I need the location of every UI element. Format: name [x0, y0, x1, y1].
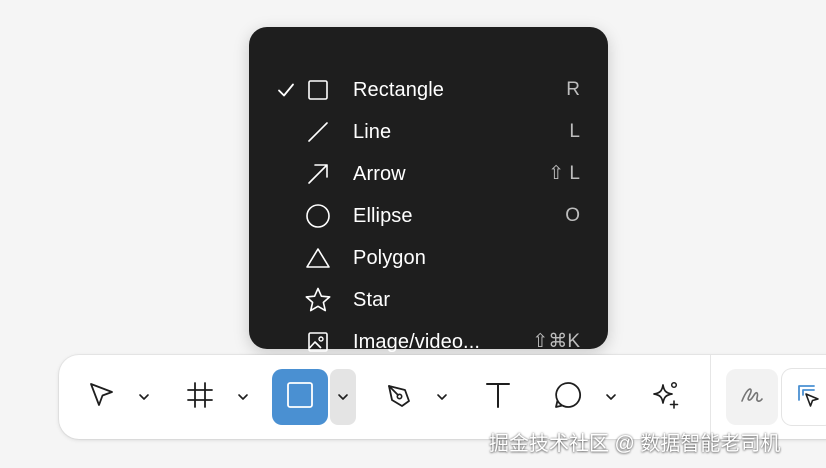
arrow-icon	[304, 153, 332, 195]
menu-item-label: Arrow	[353, 163, 406, 185]
menu-item-polygon[interactable]: Polygon	[249, 237, 608, 279]
sparkle-icon	[650, 379, 682, 416]
pen-icon	[383, 379, 415, 416]
watermark-text: 掘金技术社区 @ 数据智能老司机	[489, 433, 781, 455]
dev-mode-button[interactable]	[782, 369, 826, 425]
menu-item-rectangle[interactable]: Rectangle R	[249, 69, 608, 111]
chevron-down-icon	[337, 388, 349, 406]
menu-item-line[interactable]: Line L	[249, 111, 608, 153]
draw-mode-button[interactable]	[726, 369, 778, 425]
menu-item-label: Rectangle	[353, 79, 444, 101]
triangle-icon	[304, 237, 332, 279]
move-tool-button[interactable]	[73, 369, 129, 425]
chevron-down-icon	[436, 388, 448, 406]
dev-mode-icon	[794, 381, 822, 414]
line-icon	[304, 111, 332, 153]
pointer-icon	[86, 380, 116, 415]
text-tool-button[interactable]	[470, 369, 526, 425]
chevron-down-icon	[237, 388, 249, 406]
menu-item-ellipse[interactable]: Ellipse O	[249, 195, 608, 237]
shape-tool-button[interactable]	[272, 369, 328, 425]
comment-tool-dropdown[interactable]	[598, 369, 624, 425]
ellipse-icon	[304, 195, 332, 237]
chevron-down-icon	[138, 388, 150, 406]
text-icon	[483, 380, 513, 415]
frame-icon	[185, 380, 215, 415]
chevron-down-icon	[605, 388, 617, 406]
pen-tool-dropdown[interactable]	[429, 369, 455, 425]
pen-tool-button[interactable]	[371, 369, 427, 425]
menu-item-label: Line	[353, 121, 392, 143]
menu-item-shortcut: O	[565, 205, 580, 226]
menu-item-star[interactable]: Star	[249, 279, 608, 321]
move-tool-dropdown[interactable]	[131, 369, 157, 425]
square-icon	[304, 69, 332, 111]
square-icon	[285, 380, 315, 415]
frame-tool-button[interactable]	[172, 369, 228, 425]
comment-tool-button[interactable]	[540, 369, 596, 425]
checkmark-icon	[276, 69, 296, 111]
shape-tools-menu: Rectangle R Line L Arrow ⇧ L Ellipse O P…	[249, 27, 608, 353]
menu-item-shortcut: R	[566, 79, 580, 100]
squiggle-icon	[738, 381, 766, 414]
menu-item-label: Polygon	[353, 247, 426, 269]
menu-item-arrow[interactable]: Arrow ⇧ L	[249, 153, 608, 195]
menu-item-label: Ellipse	[353, 205, 413, 227]
menu-item-shortcut: L	[569, 121, 580, 142]
comment-icon	[552, 379, 584, 416]
actions-tool-button[interactable]	[638, 369, 694, 425]
menu-item-shortcut: ⇧ L	[548, 163, 580, 184]
star-icon	[304, 279, 332, 321]
frame-tool-dropdown[interactable]	[230, 369, 256, 425]
menu-item-label: Star	[353, 289, 391, 311]
shape-tool-dropdown[interactable]	[330, 369, 356, 425]
